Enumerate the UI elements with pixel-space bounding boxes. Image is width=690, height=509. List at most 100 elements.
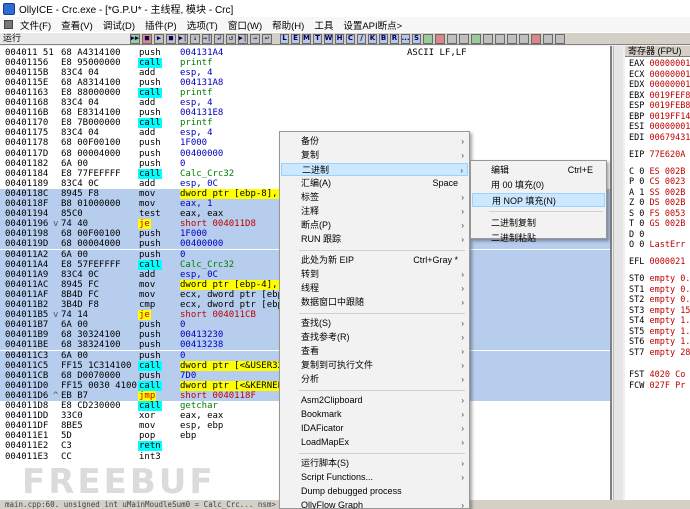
toolbar-window-button-11[interactable]: ... <box>401 33 410 44</box>
menu-item-1[interactable]: 查看(V) <box>56 18 98 32</box>
context-item-15[interactable]: 查找参考(R) › <box>281 331 468 344</box>
context-item-0[interactable]: 备份 › <box>281 135 468 148</box>
register-line[interactable]: EAX 00000001 <box>629 59 690 69</box>
toolbar-window-button-1[interactable]: E <box>291 33 300 44</box>
context-item-17[interactable]: 复制到可执行文件 › <box>281 359 468 372</box>
context-item-25[interactable]: 运行脚本(S) › <box>281 457 468 470</box>
register-line[interactable]: D 0 <box>629 230 644 240</box>
disasm-row[interactable]: 00401163 E8 88000000 call printf <box>0 87 610 98</box>
disassembly-scrollbar[interactable] <box>613 46 623 500</box>
register-line[interactable]: S 0 FS 0053 <box>629 209 685 219</box>
register-line[interactable]: ECX 00000001 <box>629 70 690 80</box>
toolbar-tool-icon-7[interactable] <box>507 33 517 44</box>
context-item-6[interactable]: 断点(P) › <box>281 219 468 232</box>
register-line[interactable]: FCW 027F Pr <box>629 381 685 391</box>
context-item-21[interactable]: Bookmark › <box>281 408 468 421</box>
register-line[interactable]: P 0 CS 0023 <box>629 177 685 187</box>
context-item-10[interactable]: 转到 › <box>281 268 468 281</box>
toolbar-window-button-4[interactable]: W <box>324 33 333 44</box>
context-item-20[interactable]: Asm2Clipboard › <box>281 394 468 407</box>
toolbar-window-button-2[interactable]: M <box>302 33 311 44</box>
context-item-1[interactable]: 复制 › <box>281 149 468 162</box>
context-item-12[interactable]: 数据窗口中跟随 › <box>281 296 468 309</box>
register-line[interactable]: EBP 0019FF14 <box>629 112 690 122</box>
toolbar-button-6[interactable]: →| <box>202 33 212 44</box>
menu-item-4[interactable]: 选项(T) <box>182 18 223 32</box>
register-line[interactable]: EDI 00679431 <box>629 133 690 143</box>
register-line[interactable]: EDX 00000001 <box>629 80 690 90</box>
register-line[interactable]: ST4 empty 1. <box>629 316 690 326</box>
toolbar-window-button-9[interactable]: B <box>379 33 388 44</box>
register-line[interactable]: ST3 empty 15 <box>629 306 690 316</box>
register-line[interactable]: C 0 ES 002B <box>629 167 685 177</box>
register-line[interactable]: ST1 empty 0. <box>629 285 690 295</box>
context-item-28[interactable]: OllyFlow Graph › <box>281 499 468 509</box>
context-item-5[interactable]: 注释 › <box>281 205 468 218</box>
register-line[interactable]: EFL 0000021 <box>629 257 685 267</box>
toolbar-window-button-3[interactable]: T <box>313 33 322 44</box>
toolbar-window-button-7[interactable]: / <box>357 33 366 44</box>
context-item-27[interactable]: Dump debugged process <box>281 485 468 498</box>
disasm-row[interactable]: 0040115B 83C4 04 add esp, 4 <box>0 68 610 78</box>
menu-item-6[interactable]: 帮助(H) <box>267 18 309 32</box>
menu-item-7[interactable]: 工具 <box>309 18 338 32</box>
menu-item-2[interactable]: 调试(D) <box>98 18 140 32</box>
toolbar-tool-icon-3[interactable] <box>459 33 469 44</box>
toolbar-button-7[interactable]: ↲ <box>214 33 224 44</box>
menu-item-8[interactable]: 设置API断点> <box>338 18 407 32</box>
register-line[interactable]: ST0 empty 0. <box>629 274 690 284</box>
toolbar-window-button-12[interactable]: S <box>412 33 421 44</box>
register-line[interactable]: ST2 empty 0. <box>629 295 690 305</box>
toolbar-tool-icon-9[interactable] <box>531 33 541 44</box>
context-item-26[interactable]: Script Functions... › <box>281 471 468 484</box>
toolbar-tool-icon-6[interactable] <box>495 33 505 44</box>
register-line[interactable]: ESP 0019FEB8 <box>629 101 690 111</box>
disasm-row[interactable]: 00401168 83C4 04 add esp, 4 <box>0 98 610 108</box>
registers-pane[interactable]: 寄存器 (FPU) EAX 00000001 ECX 00000001 EDX 00… <box>625 46 690 500</box>
context-item-18[interactable]: 分析 › <box>281 373 468 386</box>
menu-item-5[interactable]: 窗口(W) <box>223 18 267 32</box>
toolbar-window-button-6[interactable]: C <box>346 33 355 44</box>
register-line[interactable]: FST 4020 Co <box>629 370 685 380</box>
register-line[interactable]: O 0 LastErr <box>629 240 685 250</box>
submenu-item-1[interactable]: 用 00 填充(0) <box>472 178 605 192</box>
toolbar-button-3[interactable]: ■ <box>166 33 176 44</box>
context-item-4[interactable]: 标签 › <box>281 191 468 204</box>
toolbar-window-button-0[interactable]: L <box>280 33 289 44</box>
submenu-item-5[interactable]: 二进制粘贴 <box>472 231 605 245</box>
toolbar-button-9[interactable]: ▶| <box>238 33 248 44</box>
toolbar-tool-icon-10[interactable] <box>543 33 553 44</box>
context-item-3[interactable]: 汇编(A) Space <box>281 177 468 190</box>
toolbar-button-8[interactable]: ↺ <box>226 33 236 44</box>
toolbar-button-0[interactable]: ▶▶ <box>130 33 140 44</box>
context-item-23[interactable]: LoadMapEx › <box>281 436 468 449</box>
register-line[interactable]: EIP 77E620A <box>629 150 685 160</box>
toolbar-tool-icon-1[interactable] <box>435 33 445 44</box>
register-line[interactable]: ST5 empty 1. <box>629 327 690 337</box>
toolbar-window-button-5[interactable]: H <box>335 33 344 44</box>
register-line[interactable]: Z 0 DS 002B <box>629 198 685 208</box>
register-line[interactable]: T 0 GS 002B <box>629 219 685 229</box>
toolbar-window-button-10[interactable]: R <box>390 33 399 44</box>
register-line[interactable]: ST6 empty 1. <box>629 337 690 347</box>
submenu-item-2[interactable]: 用 NOP 填充(N) <box>472 193 605 207</box>
context-item-9[interactable]: 此处为新 EIP Ctrl+Gray * <box>281 254 468 267</box>
disasm-row[interactable]: 0040116B 68 E8314100 push 004131E8 <box>0 108 610 118</box>
register-line[interactable]: ST7 empty 28 <box>629 348 690 358</box>
toolbar-tool-icon-2[interactable] <box>447 33 457 44</box>
disasm-row[interactable]: 0040115E 68 A8314100 push 004131A8 <box>0 78 610 88</box>
disasm-row[interactable]: 004011 51 68 A4314100 push 004131A4 ASCII LF… <box>0 48 610 58</box>
context-item-14[interactable]: 查找(S) › <box>281 317 468 330</box>
toolbar-button-1[interactable]: ■ <box>142 33 152 44</box>
disasm-row[interactable]: 00401170 E8 7B000000 call printf <box>0 118 610 129</box>
toolbar-button-5[interactable]: ↓ <box>190 33 200 44</box>
disasm-row[interactable]: 00401156 E8 95000000 call printf <box>0 57 610 68</box>
context-item-22[interactable]: IDAFicator › <box>281 422 468 435</box>
toolbar-tool-icon-5[interactable] <box>483 33 493 44</box>
context-item-16[interactable]: 查看 › <box>281 345 468 358</box>
menu-item-3[interactable]: 插件(P) <box>140 18 182 32</box>
toolbar-tool-icon-0[interactable] <box>423 33 433 44</box>
toolbar-button-11[interactable]: ↩ <box>262 33 272 44</box>
context-item-11[interactable]: 线程 › <box>281 282 468 295</box>
context-item-2[interactable]: 二进制 › <box>281 163 468 176</box>
